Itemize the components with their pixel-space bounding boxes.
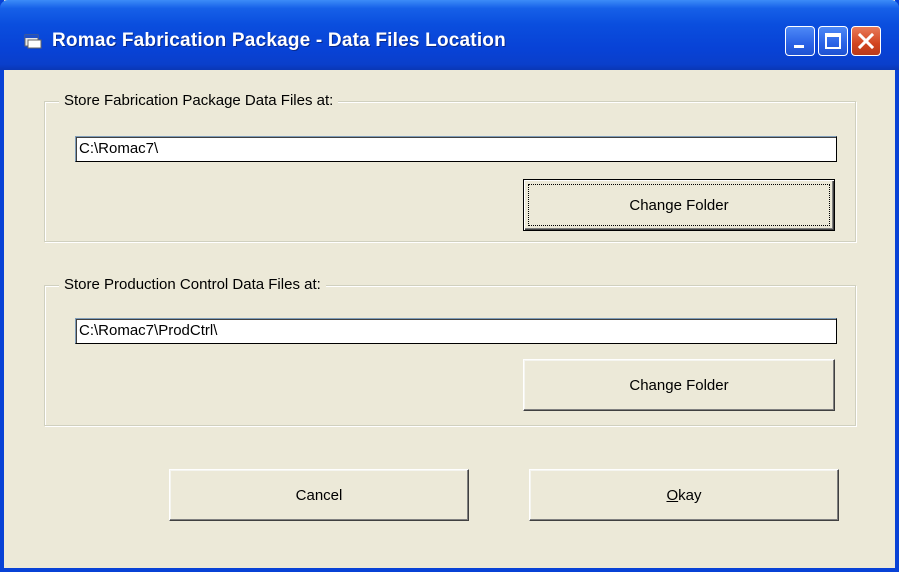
app-icon bbox=[24, 34, 42, 49]
fabrication-path-field[interactable]: C:\Romac7\ bbox=[75, 136, 837, 162]
cancel-label: Cancel bbox=[295, 486, 343, 504]
dialog-window: Romac Fabrication Package - Data Files L… bbox=[0, 0, 899, 572]
minimize-icon bbox=[794, 45, 804, 48]
cancel-button[interactable]: Cancel bbox=[169, 469, 469, 521]
close-icon bbox=[857, 32, 875, 50]
production-group: Store Production Control Data Files at: … bbox=[44, 276, 856, 426]
fabrication-group: Store Fabrication Package Data Files at:… bbox=[44, 92, 856, 242]
production-group-label: Store Production Control Data Files at: bbox=[59, 276, 326, 293]
maximize-icon bbox=[825, 33, 841, 49]
production-change-folder-label: Change Folder bbox=[629, 376, 729, 394]
okay-label: Okay bbox=[666, 487, 701, 504]
okay-button[interactable]: Okay bbox=[529, 469, 839, 521]
close-button[interactable] bbox=[851, 26, 881, 56]
fabrication-change-folder-label: Change Folder bbox=[629, 196, 729, 214]
window-title: Romac Fabrication Package - Data Files L… bbox=[52, 30, 506, 51]
maximize-button[interactable] bbox=[818, 26, 848, 56]
fabrication-change-folder-button[interactable]: Change Folder bbox=[523, 179, 835, 231]
fabrication-group-label: Store Fabrication Package Data Files at: bbox=[59, 92, 339, 109]
production-change-folder-button[interactable]: Change Folder bbox=[523, 359, 835, 411]
minimize-button[interactable] bbox=[785, 26, 815, 56]
okay-mnemonic: O bbox=[666, 486, 679, 504]
title-bar[interactable]: Romac Fabrication Package - Data Files L… bbox=[0, 0, 899, 70]
production-path-field[interactable]: C:\Romac7\ProdCtrl\ bbox=[75, 318, 837, 344]
okay-label-rest: kay bbox=[678, 486, 702, 504]
